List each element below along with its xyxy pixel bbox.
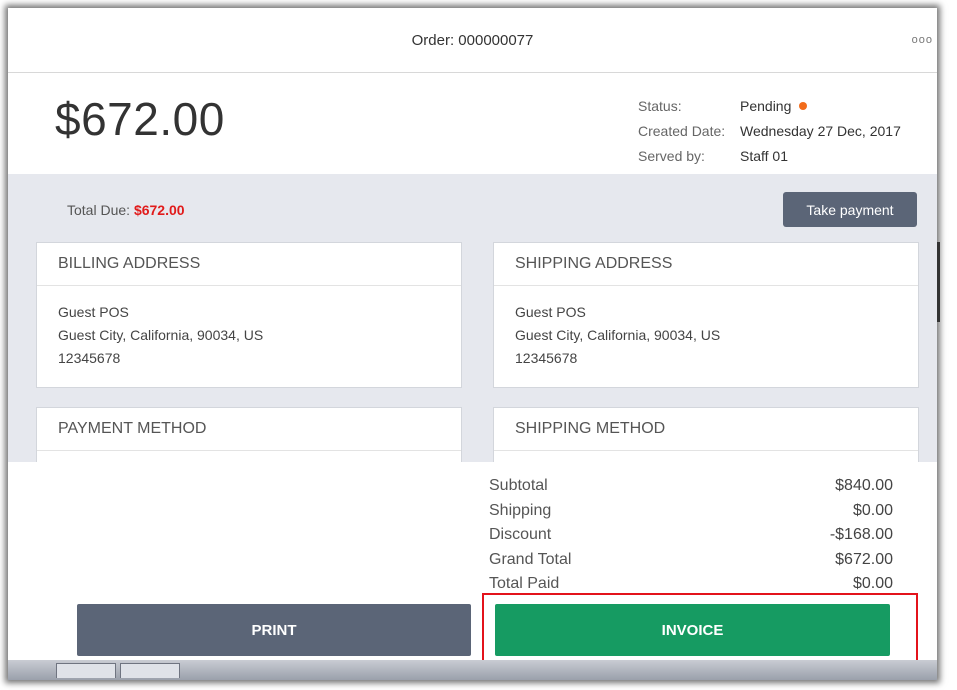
total-due-label: Total Due: (67, 202, 131, 218)
served-value: Staff 01 (740, 148, 789, 164)
window-edge-divider (937, 242, 940, 322)
totals-value: $840.00 (835, 477, 893, 494)
payment-method-title: PAYMENT METHOD (37, 408, 461, 451)
billing-address-line: Guest City, California, 90034, US (58, 327, 264, 343)
shipping-method-card: SHIPPING METHOD (493, 407, 919, 462)
status-row: Status: Pending (638, 94, 901, 119)
totals-row: Subtotal $840.00 (489, 474, 893, 499)
created-row: Created Date: Wednesday 27 Dec, 2017 (638, 119, 901, 144)
totals-value: $672.00 (835, 550, 893, 568)
order-detail-window: Order: 000000077 ooo $672.00 Status: Pen… (8, 8, 937, 680)
taskbar (8, 660, 937, 680)
created-label: Created Date: (638, 123, 726, 139)
shipping-name: Guest POS (515, 304, 586, 320)
created-value: Wednesday 27 Dec, 2017 (740, 123, 901, 139)
shipping-address-title: SHIPPING ADDRESS (494, 243, 918, 286)
billing-address-card: BILLING ADDRESS Guest POS Guest City, Ca… (36, 242, 462, 388)
shipping-phone: 12345678 (515, 350, 578, 366)
totals-label: Grand Total (489, 550, 572, 568)
billing-name: Guest POS (58, 304, 129, 320)
order-header: Order: 000000077 ooo (8, 8, 937, 73)
totals-row: Grand Total $672.00 (489, 548, 893, 573)
total-due: Total Due: $672.00 (67, 202, 185, 218)
totals-row: Discount -$168.00 (489, 523, 893, 548)
shipping-method-title: SHIPPING METHOD (494, 408, 918, 451)
totals-value: $0.00 (852, 501, 893, 519)
more-options-icon[interactable]: ooo (912, 34, 933, 46)
order-meta: Status: Pending Created Date: Wednesday … (638, 94, 901, 169)
totals-label: Subtotal (489, 477, 548, 494)
billing-address-title: BILLING ADDRESS (37, 243, 461, 286)
invoice-button[interactable]: INVOICE (495, 604, 890, 656)
totals-label: Shipping (489, 501, 552, 519)
payment-method-card: PAYMENT METHOD (36, 407, 462, 462)
billing-phone: 12345678 (58, 350, 121, 366)
served-label: Served by: (638, 148, 705, 164)
status-label: Status: (638, 98, 682, 114)
order-details-panel[interactable]: Total Due: $672.00 Take payment BILLING … (8, 174, 937, 462)
status-text: Pending (740, 98, 792, 114)
total-due-value: $672.00 (133, 202, 185, 218)
taskbar-item[interactable] (120, 663, 180, 678)
order-totals: Subtotal $840.00 Shipping $0.00 Discount… (489, 474, 893, 597)
totals-value: -$168.00 (829, 526, 893, 543)
take-payment-button[interactable]: Take payment (783, 192, 917, 227)
status-value: Pending (740, 94, 808, 119)
print-button[interactable]: PRINT (77, 604, 471, 656)
order-amount: $672.00 (55, 93, 225, 145)
taskbar-item[interactable] (56, 663, 116, 678)
shipping-address-card: SHIPPING ADDRESS Guest POS Guest City, C… (493, 242, 919, 388)
totals-row: Shipping $0.00 (489, 499, 893, 524)
billing-address-body: Guest POS Guest City, California, 90034,… (37, 286, 461, 385)
status-dot-icon (799, 102, 808, 111)
served-row: Served by: Staff 01 (638, 144, 901, 169)
shipping-address-line: Guest City, California, 90034, US (515, 327, 721, 343)
shipping-address-body: Guest POS Guest City, California, 90034,… (494, 286, 918, 385)
order-title: Order: 000000077 (411, 32, 534, 49)
totals-label: Discount (489, 526, 552, 543)
